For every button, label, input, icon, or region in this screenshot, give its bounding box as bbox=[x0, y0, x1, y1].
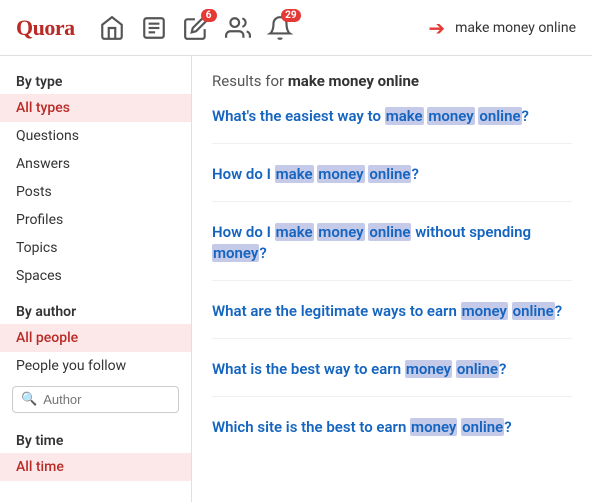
by-author-section-title: By author bbox=[0, 298, 191, 324]
sidebar-item-profiles[interactable]: Profiles bbox=[0, 206, 191, 234]
sidebar-item-all-people[interactable]: All people bbox=[0, 324, 191, 352]
highlight: online bbox=[368, 165, 411, 183]
highlight: online bbox=[512, 302, 555, 320]
highlight: money bbox=[405, 360, 452, 378]
feed-nav-button[interactable] bbox=[141, 15, 167, 41]
highlight: make bbox=[275, 223, 314, 241]
divider-2 bbox=[0, 419, 191, 427]
author-search-input[interactable] bbox=[43, 392, 170, 407]
results-query: make money online bbox=[288, 72, 419, 90]
highlight: make bbox=[275, 165, 314, 183]
results-title: Results for make money online bbox=[212, 72, 572, 90]
notifications-badge: 29 bbox=[281, 9, 300, 22]
highlight: money bbox=[410, 418, 457, 436]
highlight: make bbox=[385, 107, 424, 125]
sidebar-item-spaces[interactable]: Spaces bbox=[0, 262, 191, 290]
sidebar: By type All types Questions Answers Post… bbox=[0, 56, 192, 502]
highlight: money bbox=[317, 165, 364, 183]
sidebar-item-questions[interactable]: Questions bbox=[0, 122, 191, 150]
result-link[interactable]: What's the easiest way to make money onl… bbox=[212, 107, 529, 125]
result-item: How do I make money online without spend… bbox=[212, 222, 572, 281]
highlight: money bbox=[461, 302, 508, 320]
result-link[interactable]: How do I make money online without spend… bbox=[212, 223, 531, 262]
author-search-icon: 🔍 bbox=[21, 392, 37, 407]
logo[interactable]: Quora bbox=[16, 15, 75, 41]
header: Quora 6 bbox=[0, 0, 592, 56]
notifications-nav-button[interactable]: 29 bbox=[267, 15, 293, 41]
results-area: Results for make money online What's the… bbox=[192, 56, 592, 502]
sidebar-item-all-time[interactable]: All time bbox=[0, 453, 191, 481]
result-link[interactable]: Which site is the best to earn money onl… bbox=[212, 418, 512, 436]
result-link[interactable]: How do I make money online? bbox=[212, 165, 419, 183]
sidebar-item-topics[interactable]: Topics bbox=[0, 234, 191, 262]
highlight: money bbox=[427, 107, 474, 125]
by-type-section-title: By type bbox=[0, 68, 191, 94]
search-query-text: make money online bbox=[455, 20, 576, 36]
divider-1 bbox=[0, 290, 191, 298]
main-layout: By type All types Questions Answers Post… bbox=[0, 56, 592, 502]
by-time-section-title: By time bbox=[0, 427, 191, 453]
nav-icons: 6 29 bbox=[99, 15, 413, 41]
arrow-icon: ➔ bbox=[428, 16, 445, 40]
sidebar-item-answers[interactable]: Answers bbox=[0, 150, 191, 178]
highlight: online bbox=[368, 223, 411, 241]
sidebar-item-posts[interactable]: Posts bbox=[0, 178, 191, 206]
author-search-box[interactable]: 🔍 bbox=[12, 386, 179, 413]
highlight: online bbox=[478, 107, 521, 125]
sidebar-item-all-types[interactable]: All types bbox=[0, 94, 191, 122]
search-area: ➔ make money online bbox=[428, 16, 576, 40]
result-link[interactable]: What is the best way to earn money onlin… bbox=[212, 360, 506, 378]
result-link[interactable]: What are the legitimate ways to earn mon… bbox=[212, 302, 562, 320]
edit-badge: 6 bbox=[201, 9, 217, 22]
highlight: online bbox=[461, 418, 504, 436]
result-item: Which site is the best to earn money onl… bbox=[212, 417, 572, 454]
result-item: What's the easiest way to make money onl… bbox=[212, 106, 572, 144]
result-item: What are the legitimate ways to earn mon… bbox=[212, 301, 572, 339]
highlight: money bbox=[317, 223, 364, 241]
result-item: What is the best way to earn money onlin… bbox=[212, 359, 572, 397]
edit-nav-button[interactable]: 6 bbox=[183, 15, 209, 41]
highlight: money bbox=[212, 244, 259, 262]
people-nav-button[interactable] bbox=[225, 15, 251, 41]
sidebar-item-people-you-follow[interactable]: People you follow bbox=[0, 352, 191, 380]
home-nav-button[interactable] bbox=[99, 15, 125, 41]
highlight: online bbox=[456, 360, 499, 378]
result-item: How do I make money online? bbox=[212, 164, 572, 202]
